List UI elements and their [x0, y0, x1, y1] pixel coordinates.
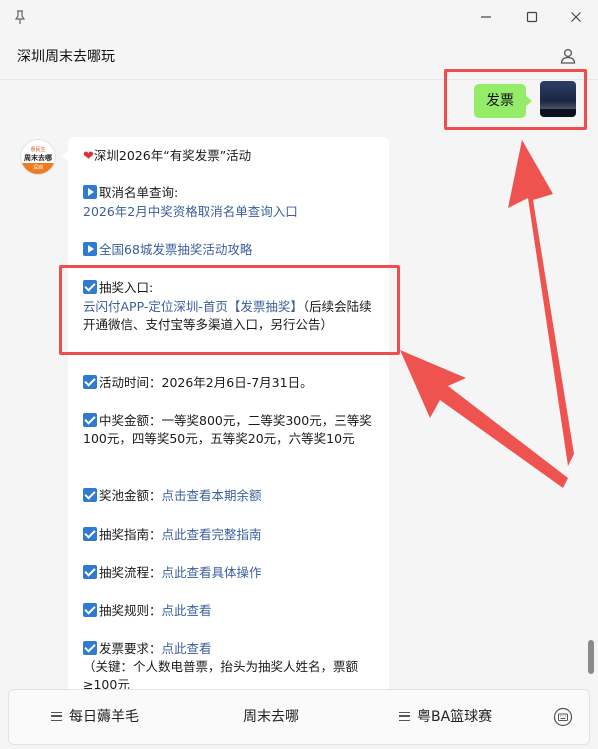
amount-text: 中奖金额：一等奖800元，二等奖300元，三等奖100元，四等奖50元，五等奖2…: [83, 413, 372, 446]
pool-label: 奖池金额：: [99, 488, 162, 503]
pool-link[interactable]: 点击查看本期余额: [162, 488, 262, 503]
highlight-box-entry: [59, 265, 400, 355]
invoice-line: 发票要求：点此查看: [83, 640, 383, 658]
checkbox-icon: [83, 488, 97, 502]
rules-line: 抽奖规则：点此查看: [83, 602, 383, 620]
maximize-button[interactable]: [523, 8, 541, 26]
process-label: 抽奖流程：: [99, 565, 162, 580]
checkbox-icon: [83, 565, 97, 579]
received-message-bubble: ❤深圳2026年“有奖发票”活动 取消名单查询: 2026年2月中奖资格取消名单…: [62, 137, 389, 697]
guide2-label: 抽奖指南：: [99, 527, 162, 542]
menu-list-icon: [399, 712, 410, 721]
chat-title: 深圳周末去哪玩: [17, 49, 115, 65]
user-profile-icon[interactable]: [559, 47, 577, 65]
close-button[interactable]: [567, 8, 585, 26]
checkbox-icon: [83, 375, 97, 389]
bottom-menu-bar: 每日薅羊毛 周末去哪 粤BA篮球赛: [8, 689, 590, 745]
scrollbar-thumb[interactable]: [588, 640, 594, 674]
checkbox-icon: [83, 527, 97, 541]
national-guide-link[interactable]: 全国68城发票抽奖活动攻略: [99, 242, 252, 257]
rules-link[interactable]: 点此查看: [162, 603, 212, 618]
process-line: 抽奖流程：点此查看具体操作: [83, 564, 383, 582]
menu-list-icon: [51, 712, 62, 721]
bot-avatar-line2: 周末去哪: [24, 154, 52, 162]
play-icon: [83, 185, 97, 199]
invoice-link[interactable]: 点此查看: [162, 641, 212, 656]
headline-text: 深圳2026年“有奖发票”活动: [93, 148, 252, 163]
minimize-button[interactable]: [477, 8, 495, 26]
guide2-link[interactable]: 点此查看完整指南: [162, 527, 262, 542]
bot-avatar-line3: 深圳: [21, 163, 55, 174]
headline-line: ❤深圳2026年“有奖发票”活动: [83, 147, 383, 166]
guide2-line: 抽奖指南：点此查看完整指南: [83, 526, 383, 544]
rules-label: 抽奖规则：: [99, 603, 162, 618]
amount-line: 中奖金额：一等奖800元，二等奖300元，三等奖100元，四等奖50元，五等奖2…: [83, 412, 381, 448]
guide-line: 全国68城发票抽奖活动攻略: [83, 241, 383, 259]
highlight-box-invoice-message: [444, 69, 587, 130]
title-bar: [0, 0, 598, 36]
cancel-list-line: 取消名单查询:: [83, 184, 383, 202]
checkbox-icon: [83, 641, 97, 655]
menu-item-daily-deals[interactable]: 每日薅羊毛: [51, 690, 139, 744]
bot-avatar[interactable]: 惠民生 周末去哪 深圳: [20, 139, 56, 175]
menu-label: 粤BA篮球赛: [417, 709, 493, 725]
menu-item-weekend[interactable]: 周末去哪: [243, 690, 299, 744]
play-icon: [83, 242, 97, 256]
heart-icon: ❤: [83, 149, 94, 164]
menu-label: 每日薅羊毛: [69, 709, 139, 725]
menu-label: 周末去哪: [243, 709, 299, 725]
checkbox-icon: [83, 603, 97, 617]
time-line: 活动时间：2026年2月6日-7月31日。: [83, 374, 383, 392]
pool-line: 奖池金额：点击查看本期余额: [83, 487, 383, 505]
pin-icon[interactable]: [12, 9, 28, 25]
menu-item-basketball[interactable]: 粤BA篮球赛: [399, 690, 492, 744]
time-text: 活动时间：2026年2月6日-7月31日。: [99, 375, 313, 390]
cancel-list-link[interactable]: 2026年2月中奖资格取消名单查询入口: [83, 203, 383, 221]
bot-avatar-line1: 惠民生: [30, 147, 46, 153]
arrow-up: [508, 140, 574, 466]
keyboard-toggle-icon[interactable]: [553, 707, 573, 727]
cancel-list-label: 取消名单查询:: [99, 185, 179, 200]
checkbox-icon: [83, 413, 97, 427]
invoice-label: 发票要求：: [99, 641, 162, 656]
process-link[interactable]: 点此查看具体操作: [162, 565, 262, 580]
arrow-left: [400, 350, 568, 488]
